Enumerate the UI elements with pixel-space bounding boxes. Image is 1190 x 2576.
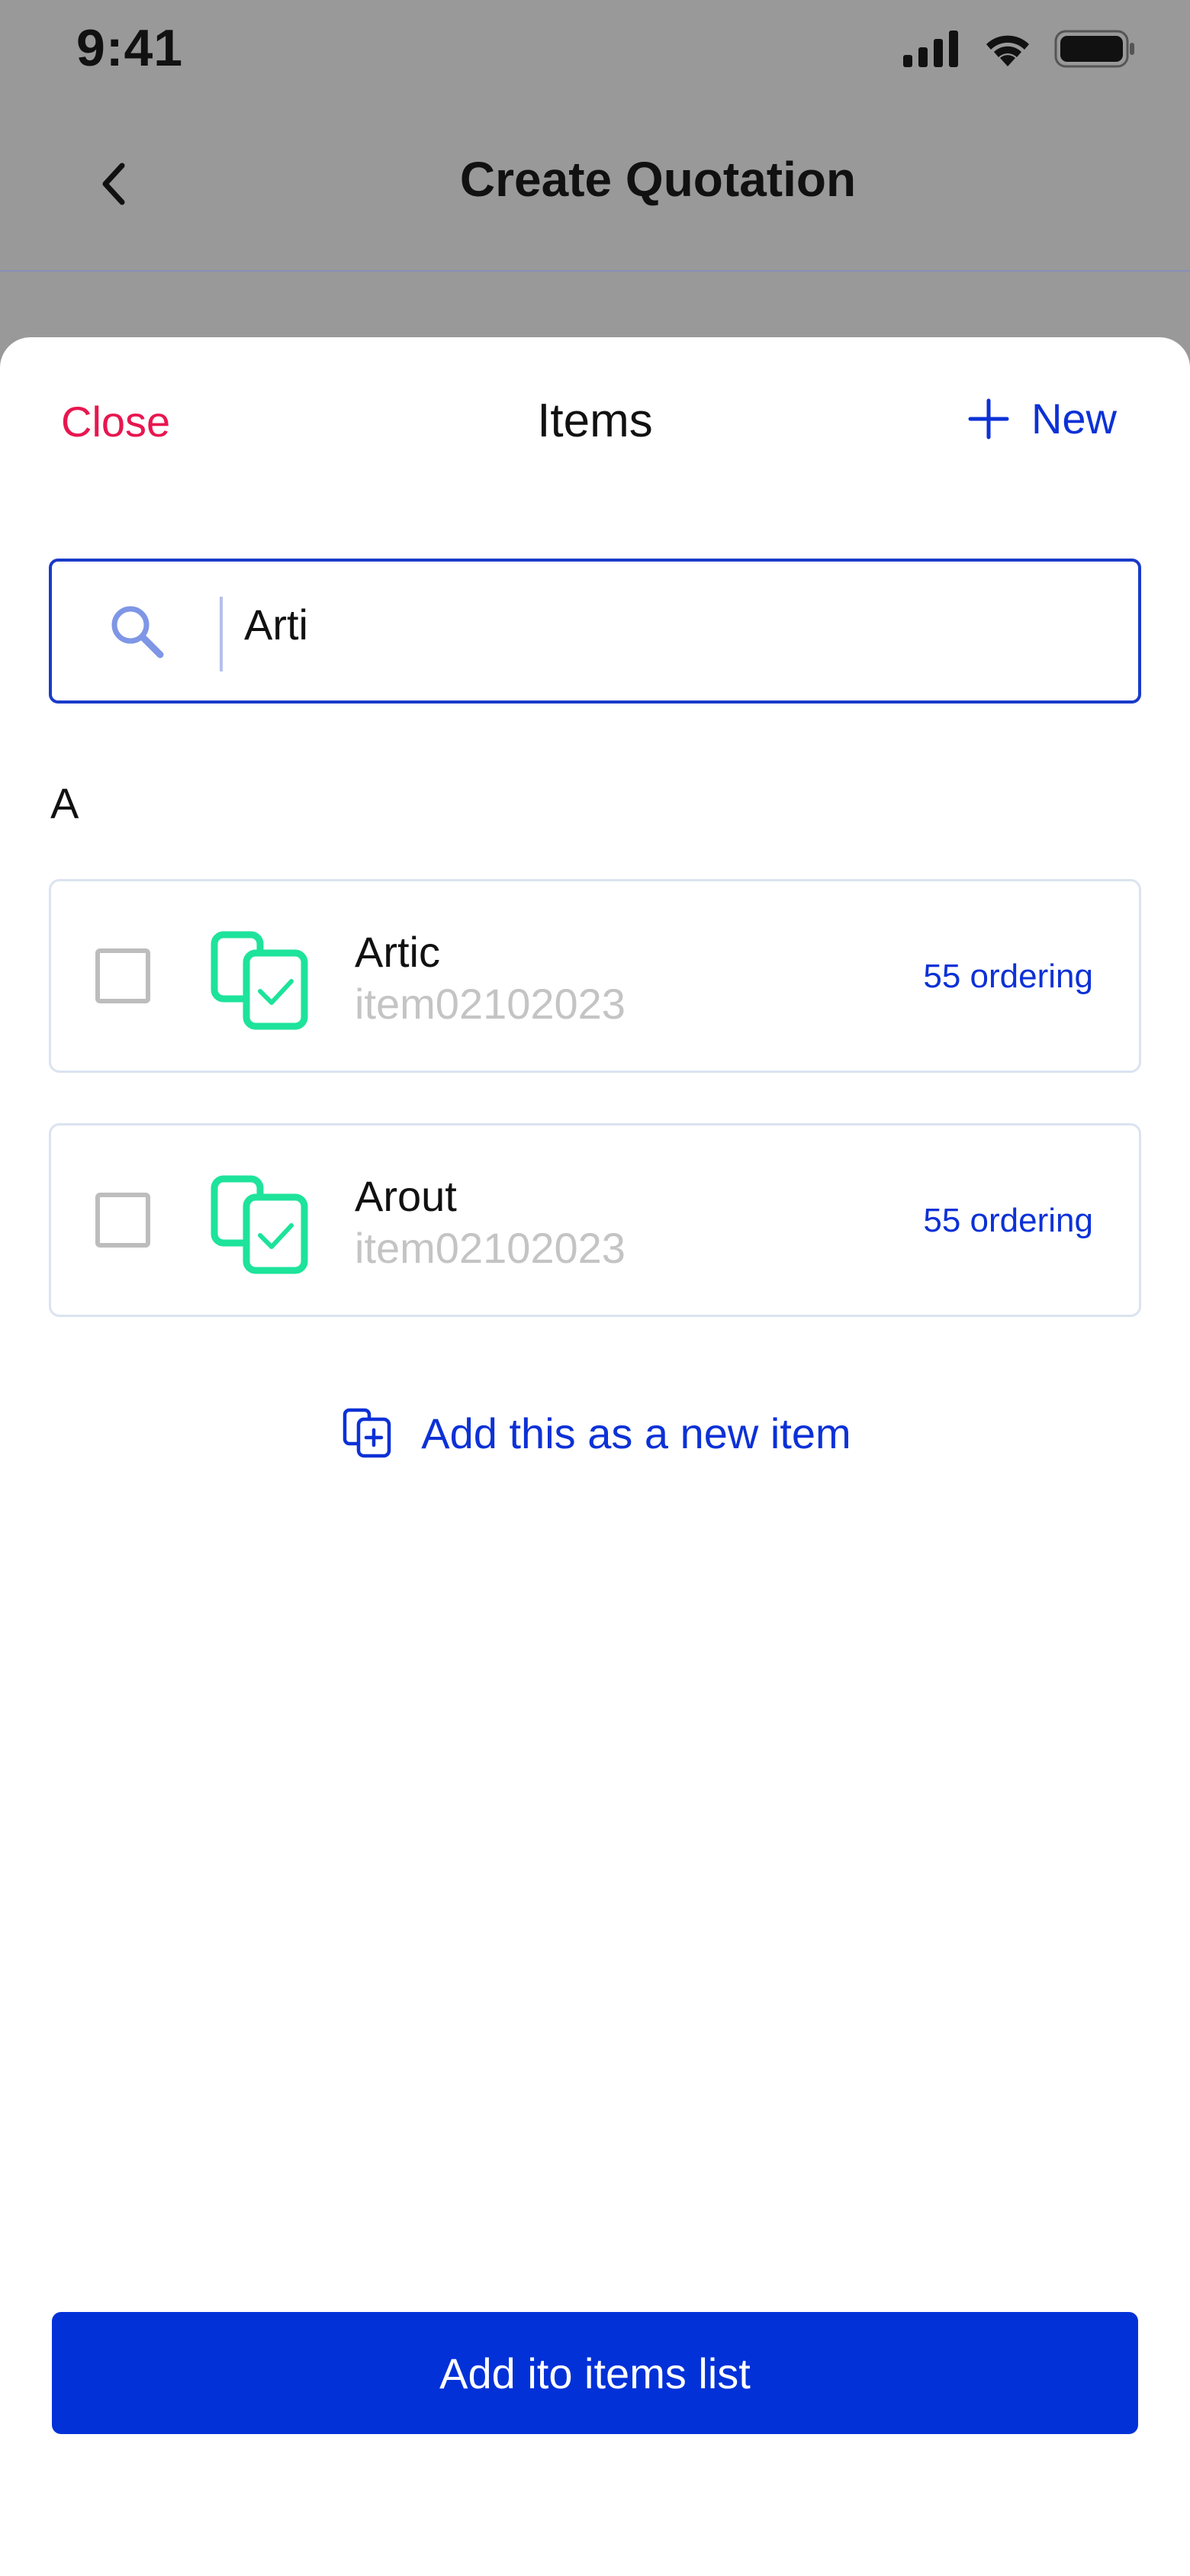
- item-name: Artic: [355, 928, 440, 976]
- search-icon: [111, 606, 164, 658]
- add-new-item-label: Add this as a new item: [421, 1409, 851, 1457]
- new-item-label: New: [1031, 394, 1117, 443]
- wifi-icon: [986, 35, 1029, 66]
- battery-icon: [1054, 30, 1134, 68]
- sheet-header: Close Items New: [0, 337, 1190, 513]
- status-icons: [903, 26, 1137, 72]
- plus-icon: [968, 398, 1009, 439]
- add-new-item-link[interactable]: Add this as a new item: [0, 1406, 1190, 1460]
- status-bar: 9:41: [0, 0, 1190, 107]
- add-copy-icon: [343, 1408, 391, 1458]
- nav-bar: Create Quotation: [0, 107, 1190, 272]
- item-code: item02102023: [355, 1224, 626, 1272]
- item-code: item02102023: [355, 980, 626, 1028]
- signal-icon: [903, 31, 958, 67]
- section-letter: A: [50, 779, 79, 827]
- status-time: 9:41: [76, 19, 184, 77]
- item-checkbox[interactable]: [95, 948, 150, 1003]
- item-copy-check-icon: [211, 1175, 308, 1274]
- item-checkbox[interactable]: [95, 1193, 150, 1248]
- search-input[interactable]: Arti: [49, 559, 1141, 704]
- page-title: Create Quotation: [459, 152, 857, 207]
- list-item[interactable]: Artic item02102023 55 ordering: [49, 879, 1141, 1073]
- search-value[interactable]: Arti: [244, 600, 308, 649]
- item-order-count: 55 ordering: [923, 958, 1093, 995]
- item-name: Arout: [355, 1172, 457, 1220]
- list-item[interactable]: Arout item02102023 55 ordering: [49, 1123, 1141, 1317]
- new-item-button[interactable]: New: [967, 394, 1117, 443]
- search-divider: [220, 597, 223, 671]
- items-sheet: Close Items New Arti A Artic item0210202…: [0, 337, 1190, 2576]
- item-copy-check-icon: [211, 931, 308, 1030]
- item-order-count: 55 ordering: [923, 1202, 1093, 1239]
- add-to-items-list-button[interactable]: Add ito items list: [52, 2312, 1138, 2434]
- screen: 9:41 Create Quotation Close Items New Ar…: [0, 0, 1190, 2576]
